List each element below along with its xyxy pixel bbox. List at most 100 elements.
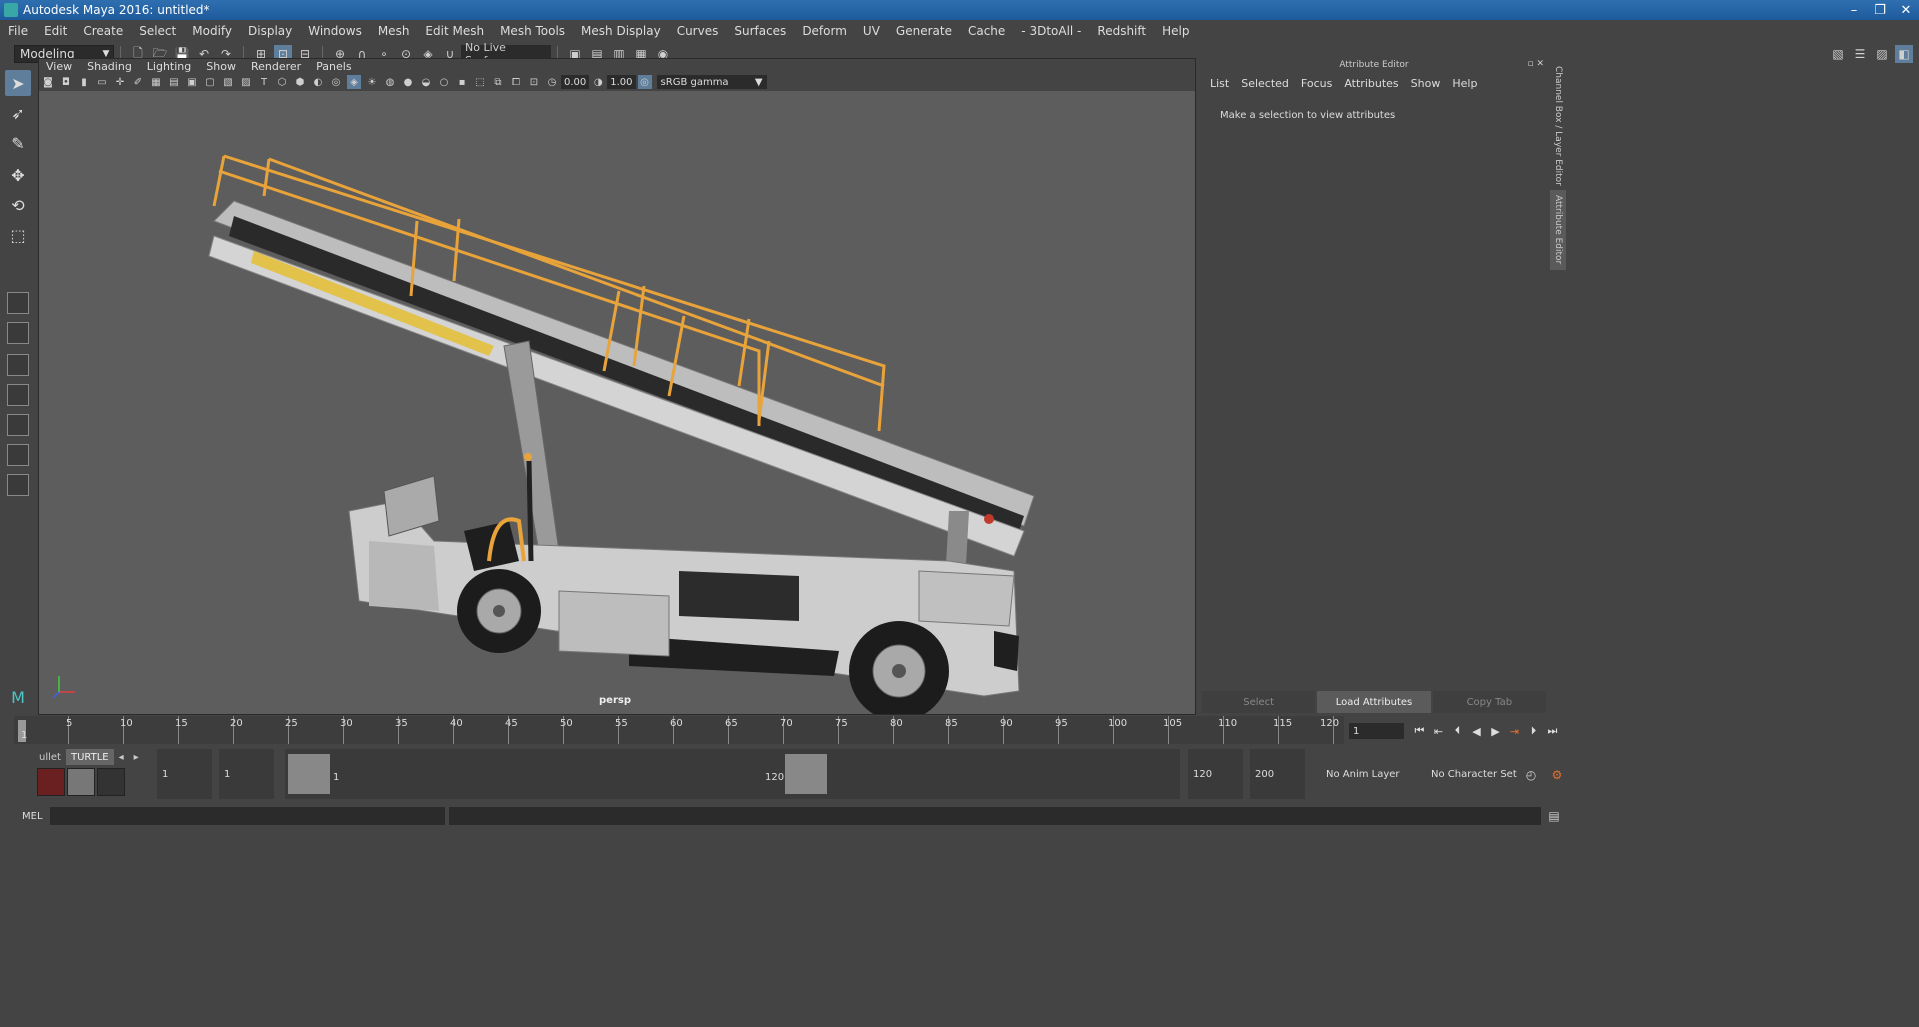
menu-mesh-display[interactable]: Mesh Display [573, 24, 669, 38]
ae-float-close-icon[interactable]: ▫ ✕ [1527, 59, 1544, 69]
viewport-3d[interactable]: persp [39, 91, 1195, 714]
field-chart-icon[interactable]: ▧ [221, 75, 235, 89]
xray-components-icon[interactable]: ⧠ [509, 75, 523, 89]
view-transform-dropdown[interactable]: sRGB gamma ▼ [656, 75, 767, 89]
go-to-start-icon[interactable]: ⏮ [1410, 722, 1429, 740]
step-forward-key-icon[interactable]: ⇥ [1505, 722, 1524, 740]
anti-aliasing-icon[interactable]: ○ [437, 75, 451, 89]
smooth-shade-icon[interactable]: ⬢ [293, 75, 307, 89]
menu-help[interactable]: Help [1154, 24, 1197, 38]
menu-file[interactable]: File [0, 24, 36, 38]
auto-key-icon[interactable]: ◴ [1522, 766, 1540, 784]
vp-menu-lighting[interactable]: Lighting [140, 60, 199, 73]
menu-uv[interactable]: UV [855, 24, 888, 38]
play-forward-icon[interactable]: ▶ [1486, 722, 1505, 740]
color-management-icon[interactable]: ◎ [637, 75, 652, 89]
ae-menu-attributes[interactable]: Attributes [1340, 77, 1406, 90]
step-forward-frame-icon[interactable]: ⏵ [1524, 722, 1543, 740]
two-d-pan-icon[interactable]: ✛ [113, 75, 127, 89]
menu-edit-mesh[interactable]: Edit Mesh [417, 24, 492, 38]
exposure-icon[interactable]: ◷ [545, 75, 559, 89]
ae-menu-focus[interactable]: Focus [1297, 77, 1340, 90]
shelf-tab-bullet[interactable]: ullet [34, 749, 66, 765]
shelf-tab-turtle[interactable]: TURTLE [65, 749, 114, 765]
grid-icon[interactable]: ▦ [149, 75, 163, 89]
menu-mesh-tools[interactable]: Mesh Tools [492, 24, 573, 38]
bookmark-icon[interactable]: ▮ [77, 75, 91, 89]
isolate-select-icon[interactable]: ⬚ [473, 75, 487, 89]
image-plane-icon[interactable]: ▭ [95, 75, 109, 89]
vp-menu-view[interactable]: View [39, 60, 80, 73]
menu-create[interactable]: Create [75, 24, 131, 38]
current-frame-field[interactable]: 1 [1349, 723, 1404, 739]
turtle-sphere-icon[interactable] [97, 768, 125, 796]
command-input[interactable] [50, 807, 445, 825]
ae-menu-selected[interactable]: Selected [1237, 77, 1297, 90]
playback-end-field[interactable]: 120 [1188, 749, 1243, 799]
gate-mask-icon[interactable]: ▢ [203, 75, 217, 89]
ae-menu-help[interactable]: Help [1448, 77, 1485, 90]
scale-tool-icon[interactable]: ⬚ [5, 222, 31, 248]
xray-joints-icon[interactable]: ⧉ [491, 75, 505, 89]
channel-box-icon[interactable]: ◧ [1895, 45, 1913, 63]
grease-pencil-icon[interactable]: ✐ [131, 75, 145, 89]
vp-menu-panels[interactable]: Panels [309, 60, 359, 73]
film-gate-icon[interactable]: ▤ [167, 75, 181, 89]
camera-attributes-icon[interactable]: ◘ [59, 75, 73, 89]
depth-of-field-icon[interactable]: ▪ [455, 75, 469, 89]
default-material-icon[interactable]: ◐ [311, 75, 325, 89]
ae-load-attributes-button[interactable]: Load Attributes [1317, 691, 1431, 713]
paint-select-tool-icon[interactable]: ✎ [5, 130, 31, 156]
menu-modify[interactable]: Modify [184, 24, 240, 38]
close-button[interactable]: ✕ [1893, 0, 1919, 20]
ae-copy-tab-button[interactable]: Copy Tab [1432, 691, 1546, 713]
persp-graph-layout-icon[interactable] [7, 384, 29, 406]
range-slider[interactable]: 1 120 [285, 749, 1180, 799]
vp-menu-shading[interactable]: Shading [80, 60, 140, 73]
resolution-gate-icon[interactable]: ▣ [185, 75, 199, 89]
xray-icon[interactable]: ◈ [347, 75, 361, 89]
range-start-handle[interactable] [288, 754, 330, 794]
motion-blur-icon[interactable]: ◒ [419, 75, 433, 89]
command-language-label[interactable]: MEL [0, 811, 50, 822]
persp-outliner-layout-icon[interactable] [7, 354, 29, 376]
collapse-layout-icon[interactable] [7, 474, 29, 496]
use-all-lights-icon[interactable]: ☀ [365, 75, 379, 89]
anim-start-field[interactable]: 1 [157, 749, 212, 799]
exposure-field[interactable]: 0.00 [561, 75, 590, 89]
wireframe-icon[interactable]: ⬡ [275, 75, 289, 89]
outliner-layout-icon[interactable] [7, 444, 29, 466]
turtle-bake-icon[interactable] [67, 768, 95, 796]
four-view-layout-icon[interactable] [7, 322, 29, 344]
single-perspective-layout-icon[interactable] [7, 292, 29, 314]
anim-layer-dropdown[interactable]: No Anim Layer [1320, 760, 1420, 788]
menu-generate[interactable]: Generate [888, 24, 960, 38]
turtle-render-icon[interactable] [37, 768, 65, 796]
wireframe-on-shaded-icon[interactable]: ◎ [329, 75, 343, 89]
range-end-handle[interactable] [785, 754, 827, 794]
ae-menu-show[interactable]: Show [1407, 77, 1449, 90]
menu-3dtoall[interactable]: - 3DtoAll - [1013, 24, 1089, 38]
tab-attribute-editor[interactable]: Attribute Editor [1550, 190, 1566, 270]
menu-redshift[interactable]: Redshift [1089, 24, 1154, 38]
ambient-occlusion-icon[interactable]: ● [401, 75, 415, 89]
move-tool-icon[interactable]: ✥ [5, 162, 31, 188]
ae-select-button[interactable]: Select [1202, 691, 1316, 713]
gamma-icon[interactable]: ◑ [591, 75, 605, 89]
step-back-key-icon[interactable]: ⇤ [1429, 722, 1448, 740]
playback-start-field[interactable]: 1 [219, 749, 274, 799]
anim-end-field[interactable]: 200 [1250, 749, 1305, 799]
menu-cache[interactable]: Cache [960, 24, 1013, 38]
menu-mesh[interactable]: Mesh [370, 24, 418, 38]
minimize-button[interactable]: – [1841, 0, 1867, 20]
rotate-tool-icon[interactable]: ⟲ [5, 192, 31, 218]
play-backward-icon[interactable]: ◀ [1467, 722, 1486, 740]
step-back-frame-icon[interactable]: ⏴ [1448, 722, 1467, 740]
toggle-hud-icon[interactable]: ⊡ [527, 75, 541, 89]
menu-surfaces[interactable]: Surfaces [726, 24, 794, 38]
camera-icon[interactable]: ◙ [41, 75, 55, 89]
menu-display[interactable]: Display [240, 24, 300, 38]
menu-select[interactable]: Select [131, 24, 184, 38]
lasso-tool-icon[interactable]: ➶ [5, 100, 31, 126]
shadows-icon[interactable]: ◍ [383, 75, 397, 89]
